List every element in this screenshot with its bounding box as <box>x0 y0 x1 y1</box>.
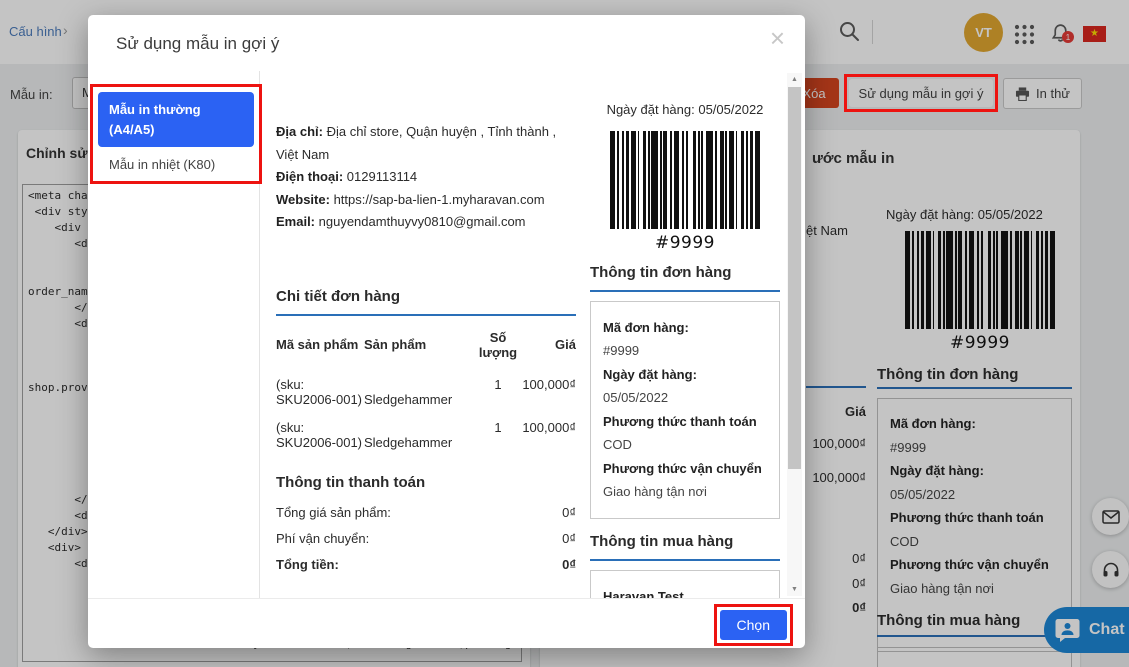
cell-price: 100,000₫ <box>522 409 576 452</box>
cell-sku: (sku: SKU2006-001) <box>276 409 364 452</box>
cell-qty: 1 <box>474 366 522 409</box>
dialog-title: Sử dụng mẫu in gợi ý <box>116 34 279 54</box>
scroll-up-icon[interactable]: ▲ <box>787 76 802 83</box>
scroll-down-icon[interactable]: ▼ <box>787 586 802 593</box>
col-price: Giá <box>522 324 576 366</box>
payment-total-row: Tổng tiền: 0₫ <box>276 552 576 578</box>
order-info-box: Mã đơn hàng: #9999 Ngày đặt hàng: 05/05/… <box>590 301 780 519</box>
website-label: Website: <box>276 192 330 207</box>
cell-product: Sledgehammer <box>364 366 474 409</box>
dialog-body: Mẫu in thường (A4/A5) Mẫu in nhiệt (K80)… <box>88 71 805 598</box>
payment-row: Phí vận chuyển: 0₫ <box>276 526 576 552</box>
template-type-sidebar: Mẫu in thường (A4/A5) Mẫu in nhiệt (K80) <box>88 71 260 598</box>
cell-product: Sledgehammer <box>364 409 474 452</box>
shipping-method-label: Phương thức vận chuyển <box>603 457 767 481</box>
table-row: (sku: SKU2006-001) Sledgehammer 1 100,00… <box>276 366 576 409</box>
col-product: Sản phẩm <box>364 324 474 366</box>
sidebar-item-normal-template[interactable]: Mẫu in thường (A4/A5) <box>98 92 254 147</box>
annotation-choose-button: Chọn <box>714 604 793 646</box>
cell-qty: 1 <box>474 409 522 452</box>
page: Cấu hình › VT 1 ★ Mẫu in: Mẫ Xóa Sử dụng… <box>0 0 1129 667</box>
cell-price: 100,000₫ <box>522 366 576 409</box>
col-quantity: Số lượng <box>474 324 522 366</box>
purchase-info-title: Thông tin mua hàng <box>590 533 780 561</box>
payment-value: 0₫ <box>562 526 576 552</box>
invoice-order-date: Ngày đặt hàng: 05/05/2022 <box>590 99 780 122</box>
customer-name: Haravan Test <box>603 585 767 599</box>
dialog-footer: Chọn <box>88 598 805 648</box>
payment-method-label: Phương thức thanh toán <box>603 410 767 434</box>
payment-method-value: COD <box>603 433 767 457</box>
annotation-suggest-button <box>844 74 998 112</box>
close-icon[interactable]: × <box>770 25 785 51</box>
order-code-label: Mã đơn hàng: <box>603 316 767 340</box>
choose-button[interactable]: Chọn <box>720 610 787 640</box>
sidebar-item-thermal-template[interactable]: Mẫu in nhiệt (K80) <box>98 147 254 176</box>
email-label: Email: <box>276 214 315 229</box>
payment-row: Tổng giá sản phẩm: 0₫ <box>276 500 576 526</box>
email-value: nguyendamthuyvy0810@gmail.com <box>319 214 526 229</box>
scrollbar-thumb[interactable] <box>788 87 801 469</box>
cell-sku: (sku: SKU2006-001) <box>276 366 364 409</box>
col-product-code: Mã sản phẩm <box>276 324 364 366</box>
order-date-value: 05/05/2022 <box>603 386 767 410</box>
suggested-template-dialog: Sử dụng mẫu in gợi ý × Mẫu in thường (A4… <box>88 15 805 648</box>
order-items-table: Mã sản phẩm Sản phẩm Số lượng Giá (sku: … <box>276 324 576 452</box>
order-info-title: Thông tin đơn hàng <box>590 264 780 292</box>
invoice-right-column: Ngày đặt hàng: 05/05/2022 #9999 Thông ti… <box>590 71 780 598</box>
barcode-label: #9999 <box>590 233 780 253</box>
order-details-title: Chi tiết đơn hàng <box>276 288 576 316</box>
payment-label: Tổng tiền: <box>276 552 339 578</box>
address-label: Địa chỉ: <box>276 124 323 139</box>
payment-label: Tổng giá sản phẩm: <box>276 500 391 526</box>
order-date-label: Ngày đặt hàng: <box>603 363 767 387</box>
modal-scrollbar[interactable]: ▲ ▼ <box>787 73 802 596</box>
invoice-left-column: Địa chỉ: Địa chỉ store, Quận huyện , Tỉn… <box>276 71 576 598</box>
payment-value: 0₫ <box>562 500 576 526</box>
payment-value: 0₫ <box>562 552 576 578</box>
payment-label: Phí vận chuyển: <box>276 526 369 552</box>
payment-info-title: Thông tin thanh toán <box>276 474 576 500</box>
template-preview-scroll[interactable]: Địa chỉ: Địa chỉ store, Quận huyện , Tỉn… <box>260 71 786 598</box>
website-value: https://sap-ba-lien-1.myharavan.com <box>334 192 545 207</box>
purchase-info-box: Haravan Test Haravan <box>590 570 780 599</box>
phone-label: Điện thoại: <box>276 169 343 184</box>
barcode-image <box>610 131 760 229</box>
table-row: (sku: SKU2006-001) Sledgehammer 1 100,00… <box>276 409 576 452</box>
table-header-row: Mã sản phẩm Sản phẩm Số lượng Giá <box>276 324 576 366</box>
annotation-template-options: Mẫu in thường (A4/A5) Mẫu in nhiệt (K80) <box>90 84 262 184</box>
phone-value: 0129113114 <box>347 169 417 184</box>
order-code-value: #9999 <box>603 339 767 363</box>
shipping-method-value: Giao hàng tận nơi <box>603 480 767 504</box>
